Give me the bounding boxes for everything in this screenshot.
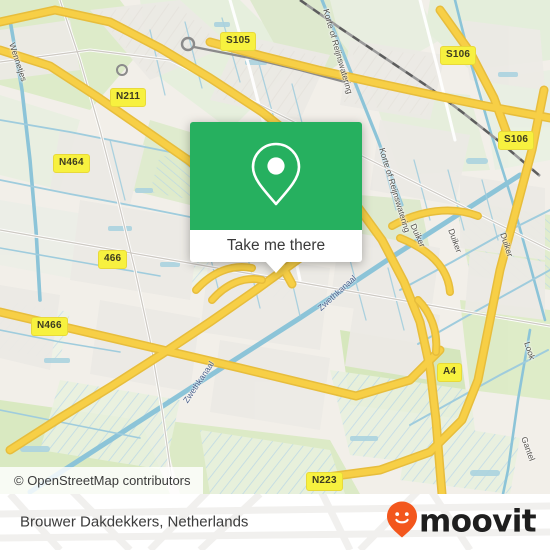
location-title: Brouwer Dakdekkers, Netherlands	[20, 513, 249, 531]
take-me-there-label: Take me there	[226, 237, 326, 254]
road-shield: S106	[498, 131, 535, 150]
moovit-smiley-pin-icon	[386, 501, 418, 544]
callout-pointer-tail	[265, 261, 287, 273]
moovit-location-card: S105 N211 S106 S106 N464 466 N466 A4 N223 Wennet…	[0, 0, 550, 550]
callout-image-panel	[190, 122, 362, 230]
road-shield: 466	[98, 250, 128, 269]
road-shield: N464	[53, 154, 90, 173]
moovit-wordmark: moovit	[419, 503, 537, 540]
road-shield: N466	[31, 317, 68, 336]
callout-action-bar[interactable]: Take me there	[190, 230, 362, 273]
moovit-logo[interactable]: moovit	[386, 501, 537, 544]
road-shield: A4	[437, 363, 463, 382]
map-attribution[interactable]: © OpenStreetMap contributors	[0, 467, 203, 494]
road-shield: S106	[440, 46, 477, 65]
location-callout[interactable]: Take me there	[190, 122, 362, 273]
attribution-text: © OpenStreetMap contributors	[14, 473, 191, 488]
road-shield: N211	[110, 88, 147, 107]
footer-bar: Brouwer Dakdekkers, Netherlands moovit	[0, 494, 550, 550]
road-shield: N223	[306, 472, 343, 491]
road-shield: S105	[220, 32, 257, 51]
map-pin-icon	[248, 140, 304, 213]
